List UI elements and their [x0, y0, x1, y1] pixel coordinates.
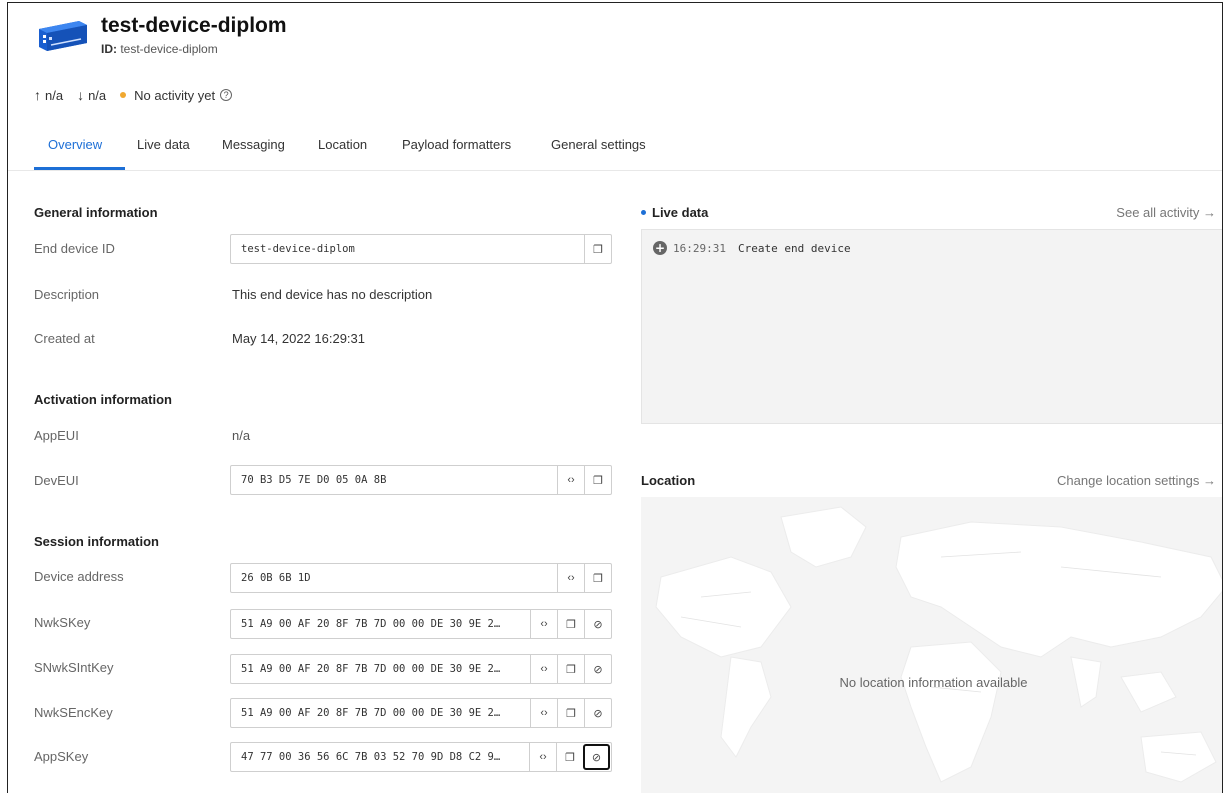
nwksenckey-label: NwkSEncKey	[34, 705, 113, 720]
live-data-panel: + 16:29:31 Create end device	[641, 229, 1222, 424]
toggle-format-icon[interactable]: ‹›	[557, 564, 584, 592]
device-title: test-device-diplom	[101, 14, 287, 37]
copy-icon[interactable]: ❐	[557, 655, 584, 683]
toggle-format-icon[interactable]: ‹›	[557, 466, 584, 494]
device-id-label: ID:	[101, 42, 117, 56]
location-map[interactable]: No location information available	[641, 497, 1222, 793]
activation-info-heading: Activation information	[34, 392, 172, 407]
help-icon[interactable]: ?	[220, 89, 233, 101]
toggle-format-icon[interactable]: ‹›	[530, 699, 557, 727]
status-dot-icon	[120, 92, 127, 98]
live-dot-icon	[641, 210, 646, 215]
appskey-label: AppSKey	[34, 749, 89, 764]
device-address-field: 26 0B 6B 1D ‹› ❐	[230, 563, 612, 593]
event-time: 16:29:31	[673, 241, 726, 255]
downlink-stat: ↓ n/a	[77, 87, 106, 103]
change-location-settings-link[interactable]: Change location settings →	[1057, 473, 1216, 488]
appskey-value[interactable]: 47 77 00 36 56 6C 7B 03 52 70 9D D8 C2 9…	[231, 751, 529, 763]
toggle-format-icon[interactable]: ‹›	[530, 655, 557, 683]
nwkskey-label: NwkSKey	[34, 615, 91, 630]
nwkskey-field: 51 A9 00 AF 20 8F 7B 7D 00 00 DE 30 9E 2…	[230, 609, 612, 639]
deveui-field: 70 B3 D5 7E D0 05 0A 8B ‹› ❐	[230, 465, 612, 495]
tab-general-settings[interactable]: General settings	[551, 137, 646, 152]
copy-icon[interactable]: ❐	[584, 235, 611, 263]
uplink-stat: ↑ n/a	[34, 87, 63, 103]
device-id-line: ID: test-device-diplom	[101, 42, 218, 56]
device-address-value[interactable]: 26 0B 6B 1D	[231, 572, 557, 584]
plus-circle-icon: +	[653, 241, 667, 255]
hide-value-icon[interactable]: ⊘	[584, 699, 611, 727]
deveui-label: DevEUI	[34, 473, 79, 488]
snwksintkey-field: 51 A9 00 AF 20 8F 7B 7D 00 00 DE 30 9E 2…	[230, 654, 612, 684]
deveui-value[interactable]: 70 B3 D5 7E D0 05 0A 8B	[231, 474, 557, 486]
hide-value-icon[interactable]: ⊘	[584, 655, 611, 683]
general-info-heading: General information	[34, 205, 158, 220]
toggle-format-icon[interactable]: ‹›	[530, 610, 557, 638]
uplink-count: n/a	[45, 87, 64, 103]
end-device-id-value[interactable]: test-device-diplom	[231, 243, 584, 255]
copy-icon[interactable]: ❐	[557, 610, 584, 638]
description-value: This end device has no description	[232, 287, 433, 302]
appskey-field: 47 77 00 36 56 6C 7B 03 52 70 9D D8 C2 9…	[230, 742, 612, 772]
created-at-label: Created at	[34, 331, 95, 346]
appeui-value: n/a	[232, 428, 251, 443]
live-data-heading: Live data	[641, 205, 708, 220]
location-heading: Location	[641, 473, 696, 488]
copy-icon[interactable]: ❐	[584, 564, 611, 592]
nwksenckey-value[interactable]: 51 A9 00 AF 20 8F 7B 7D 00 00 DE 30 9E 2…	[231, 707, 530, 719]
nwkskey-value[interactable]: 51 A9 00 AF 20 8F 7B 7D 00 00 DE 30 9E 2…	[231, 618, 530, 630]
world-map-graphic	[655, 506, 1222, 783]
arrow-up-icon: ↑	[34, 87, 41, 103]
copy-icon[interactable]: ❐	[557, 699, 584, 727]
see-all-activity-link[interactable]: See all activity →	[1116, 205, 1216, 220]
live-data-title: Live data	[652, 205, 709, 220]
activity-status: No activity yet ?	[120, 87, 233, 103]
nwksenckey-field: 51 A9 00 AF 20 8F 7B 7D 00 00 DE 30 9E 2…	[230, 698, 612, 728]
event-text: Create end device	[737, 241, 851, 255]
tab-payload-formatters[interactable]: Payload formatters	[402, 137, 511, 152]
copy-icon[interactable]: ❐	[556, 743, 583, 771]
downlink-count: n/a	[88, 87, 107, 103]
description-label: Description	[34, 287, 100, 302]
activity-text: No activity yet	[134, 87, 216, 103]
device-id-value: test-device-diplom	[120, 42, 218, 56]
hide-value-icon[interactable]: ⊘	[583, 744, 610, 770]
arrow-down-icon: ↓	[77, 87, 85, 103]
device-overview-page: test-device-diplom ID: test-device-diplo…	[7, 2, 1223, 793]
device-icon	[35, 17, 91, 53]
tab-messaging[interactable]: Messaging	[222, 137, 285, 152]
no-location-message: No location information available	[839, 675, 1028, 690]
active-tab-indicator	[34, 167, 125, 170]
tab-overview[interactable]: Overview	[48, 137, 102, 152]
snwksintkey-label: SNwkSIntKey	[34, 660, 114, 675]
toggle-format-icon[interactable]: ‹›	[529, 743, 556, 771]
appeui-label: AppEUI	[34, 428, 79, 443]
created-at-value: May 14, 2022 16:29:31	[232, 331, 365, 346]
traffic-stats: ↑ n/a ↓ n/a No activity yet ?	[34, 87, 246, 103]
tab-live-data[interactable]: Live data	[137, 137, 190, 152]
end-device-id-label: End device ID	[34, 241, 115, 256]
tab-location[interactable]: Location	[318, 137, 367, 152]
end-device-id-field: test-device-diplom ❐	[230, 234, 612, 264]
tab-bar: Overview Live data Messaging Location Pa…	[8, 125, 1222, 171]
snwksintkey-value[interactable]: 51 A9 00 AF 20 8F 7B 7D 00 00 DE 30 9E 2…	[231, 663, 530, 675]
device-address-label: Device address	[34, 569, 124, 584]
hide-value-icon[interactable]: ⊘	[584, 610, 611, 638]
session-info-heading: Session information	[34, 534, 159, 549]
copy-icon[interactable]: ❐	[584, 466, 611, 494]
live-event-row[interactable]: + 16:29:31 Create end device	[653, 241, 851, 255]
